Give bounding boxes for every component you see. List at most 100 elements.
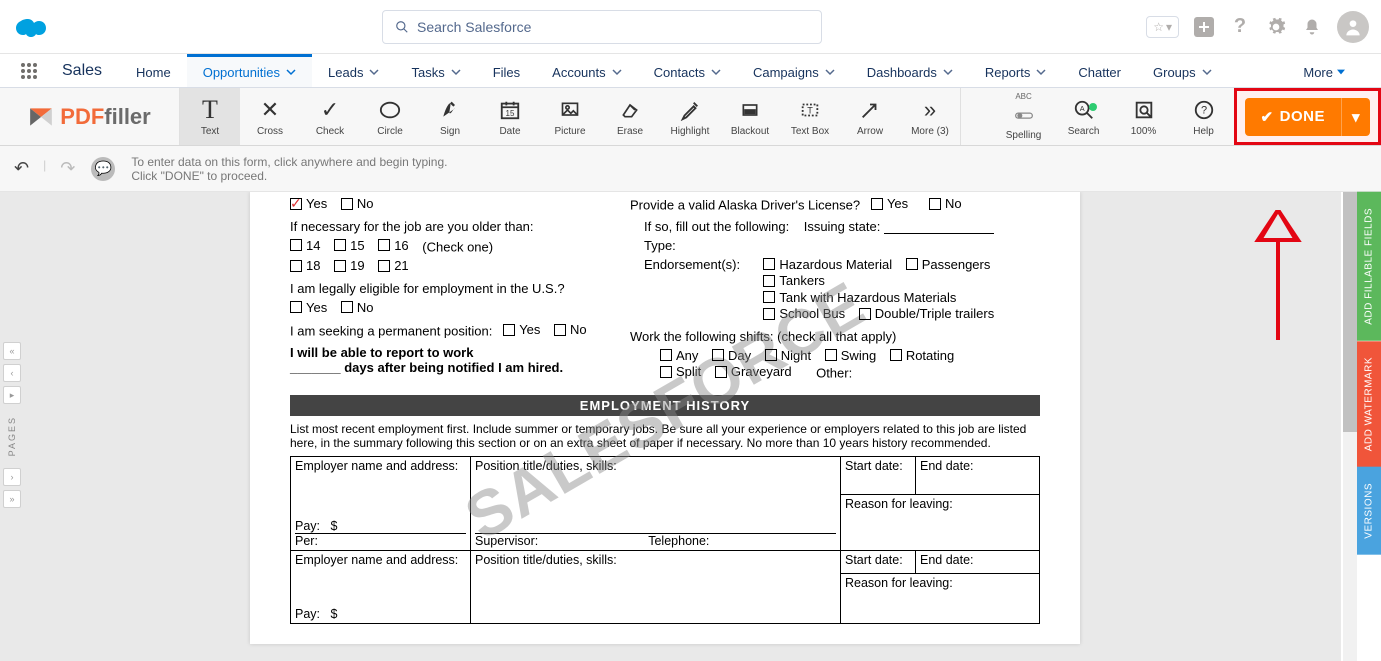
tool-zoom[interactable]: 100% [1114, 88, 1174, 145]
tool-erase[interactable]: Erase [600, 88, 660, 145]
app-name: Sales [44, 54, 120, 87]
cb-end-hazmat[interactable]: Hazardous Material [763, 257, 892, 272]
cb-end-tankhaz[interactable]: Tank with Hazardous Materials [763, 290, 956, 305]
cb-eligible-no[interactable]: No [341, 300, 374, 315]
notifications-bell-icon[interactable] [1301, 16, 1323, 38]
cb-age-15[interactable]: 15 [334, 238, 364, 253]
tool-textbox[interactable]: TText Box [780, 88, 840, 145]
done-button-highlight: ✔DONE ▾ [1234, 88, 1381, 145]
cb-shift-day[interactable]: Day [712, 348, 751, 363]
vertical-scrollbar[interactable] [1343, 192, 1357, 661]
tab-versions[interactable]: VERSIONS [1357, 467, 1381, 555]
page-toggle-button[interactable]: ▸ [3, 386, 21, 404]
nav-dashboards[interactable]: Dashboards [851, 54, 969, 87]
cb-end-tankers[interactable]: Tankers [763, 273, 825, 288]
favorites-button[interactable]: ☆▾ [1146, 16, 1179, 38]
cb-eligible-yes[interactable]: Yes [290, 300, 327, 315]
pdf-page[interactable]: SALESFORCE Yes No If necessary for the j… [250, 192, 1080, 644]
hint-bar: ↶ | ↷ 💬 To enter data on this form, clic… [0, 146, 1381, 192]
cb-shift-swing[interactable]: Swing [825, 348, 876, 363]
cb-no-1[interactable]: No [341, 196, 374, 211]
app-launcher-icon[interactable] [14, 54, 44, 87]
done-button[interactable]: ✔DONE ▾ [1245, 98, 1370, 136]
nav-chatter[interactable]: Chatter [1062, 54, 1137, 87]
cb-age-14[interactable]: 14 [290, 238, 320, 253]
chevron-down-icon [286, 67, 296, 77]
svg-text:?: ? [1200, 105, 1206, 117]
tool-highlight[interactable]: Highlight [660, 88, 720, 145]
nav-campaigns[interactable]: Campaigns [737, 54, 851, 87]
cb-age-18[interactable]: 18 [290, 258, 320, 273]
cb-license-yes[interactable]: Yes [871, 196, 908, 211]
tool-date[interactable]: 15Date [480, 88, 540, 145]
tool-blackout[interactable]: Blackout [720, 88, 780, 145]
cb-end-schoolbus[interactable]: School Bus [763, 306, 845, 321]
tool-picture[interactable]: Picture [540, 88, 600, 145]
nav-groups[interactable]: Groups [1137, 54, 1228, 87]
tool-help[interactable]: ?Help [1174, 88, 1234, 145]
nav-files[interactable]: Files [477, 54, 536, 87]
redo-button[interactable]: ↷ [60, 158, 75, 179]
nav-contacts[interactable]: Contacts [638, 54, 737, 87]
cb-perm-yes[interactable]: Yes [503, 322, 540, 337]
nav-home[interactable]: Home [120, 54, 187, 87]
setup-gear-icon[interactable] [1265, 16, 1287, 38]
tab-add-fillable-fields[interactable]: ADD FILLABLE FIELDS [1357, 192, 1381, 341]
tool-text[interactable]: TText [180, 88, 240, 145]
global-search-input[interactable]: Search Salesforce [382, 10, 822, 44]
salesforce-nav: Sales Home Opportunities Leads Tasks Fil… [0, 54, 1381, 88]
cb-age-21[interactable]: 21 [378, 258, 408, 273]
nav-leads[interactable]: Leads [312, 54, 395, 87]
nav-accounts[interactable]: Accounts [536, 54, 637, 87]
page-next-button[interactable]: › [3, 468, 21, 486]
page-prev-button[interactable]: ‹ [3, 364, 21, 382]
pdffiller-brand: PDFfiller [0, 88, 180, 145]
pdffiller-logo-icon [28, 104, 54, 130]
page-first-button[interactable]: « [3, 342, 21, 360]
cb-end-passengers[interactable]: Passengers [906, 257, 991, 272]
issuing-state-field[interactable] [884, 233, 994, 234]
section-employment-history: EMPLOYMENT HISTORY [290, 395, 1040, 416]
cb-end-double[interactable]: Double/Triple trailers [859, 306, 994, 321]
cb-age-16[interactable]: 16 [378, 238, 408, 253]
pages-gutter: « ‹ ▸ PAGES › » [0, 342, 24, 508]
done-dropdown[interactable]: ▾ [1341, 98, 1370, 136]
tool-more[interactable]: »More (3) [900, 88, 960, 145]
add-button[interactable] [1193, 16, 1215, 38]
tool-sign[interactable]: Sign [420, 88, 480, 145]
tool-search[interactable]: ASearch [1054, 88, 1114, 145]
undo-button[interactable]: ↶ [14, 158, 29, 179]
salesforce-header: Search Salesforce ☆▾ ? [0, 0, 1381, 54]
cb-shift-any[interactable]: Any [660, 348, 698, 363]
svg-text:T: T [807, 106, 813, 116]
tab-add-watermark[interactable]: ADD WATERMARK [1357, 341, 1381, 467]
nav-tasks[interactable]: Tasks [395, 54, 476, 87]
cb-license-no[interactable]: No [929, 196, 962, 211]
search-icon [395, 20, 409, 34]
nav-reports[interactable]: Reports [969, 54, 1063, 87]
cb-shift-graveyard[interactable]: Graveyard [715, 364, 792, 379]
employment-table: Employer name and address: Pay: $ Per: P… [290, 456, 1040, 624]
document-canvas[interactable]: « ‹ ▸ PAGES › » SALESFORCE Yes No If nec… [0, 192, 1341, 661]
side-tabs: ADD FILLABLE FIELDS ADD WATERMARK VERSIO… [1357, 192, 1381, 661]
table-row: Employer name and address: Pay: $ Per: P… [291, 456, 1040, 494]
pdffiller-toolbar: PDFfiller TText ✕Cross ✓Check Circle Sig… [0, 88, 1381, 146]
tool-spelling[interactable]: ABCSpelling [994, 88, 1054, 145]
page-last-button[interactable]: » [3, 490, 21, 508]
tool-circle[interactable]: Circle [360, 88, 420, 145]
hint-line1: To enter data on this form, click anywhe… [131, 155, 447, 169]
cb-shift-rotating[interactable]: Rotating [890, 348, 954, 363]
cb-shift-split[interactable]: Split [660, 364, 701, 379]
cb-shift-night[interactable]: Night [765, 348, 811, 363]
user-avatar[interactable] [1337, 11, 1369, 43]
table-row: Employer name and address: Pay: $ Positi… [291, 550, 1040, 573]
nav-opportunities[interactable]: Opportunities [187, 54, 312, 87]
cb-age-19[interactable]: 19 [334, 258, 364, 273]
cb-perm-no[interactable]: No [554, 322, 587, 337]
tool-check[interactable]: ✓Check [300, 88, 360, 145]
cb-yes-1[interactable]: Yes [290, 196, 327, 211]
nav-more[interactable]: More [1287, 54, 1361, 87]
help-icon[interactable]: ? [1229, 16, 1251, 38]
tool-arrow[interactable]: Arrow [840, 88, 900, 145]
tool-cross[interactable]: ✕Cross [240, 88, 300, 145]
